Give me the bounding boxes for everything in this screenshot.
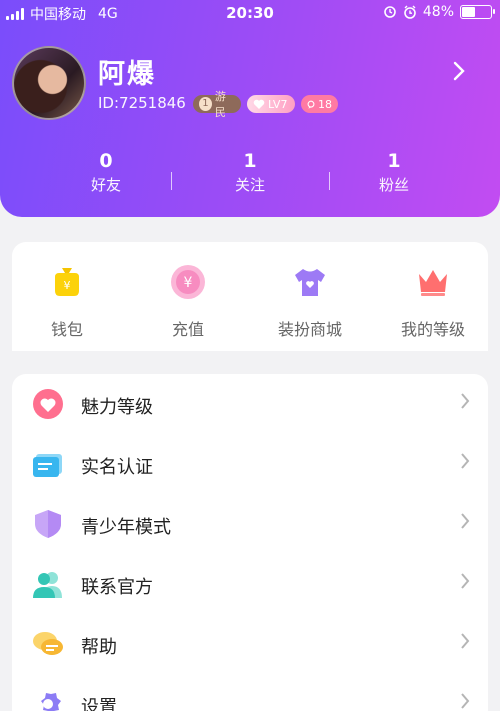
user-name: 阿爆 xyxy=(98,59,156,90)
menu-item-settings[interactable]: 设置 xyxy=(12,674,488,711)
stat-following[interactable]: 1 关注 xyxy=(210,150,290,195)
charm-level: LV7 xyxy=(268,97,288,111)
level-number: 1 xyxy=(199,97,212,111)
stat-divider xyxy=(329,172,330,190)
charm-badge: LV7 xyxy=(247,95,295,113)
shortcut-recharge[interactable]: ¥ 充值 xyxy=(133,264,243,340)
fans-count: 1 xyxy=(387,150,401,172)
recharge-label: 充值 xyxy=(171,320,204,339)
heart-icon xyxy=(33,389,63,419)
menu-label: 魅力等级 xyxy=(81,397,153,418)
menu-item-charm-level[interactable]: 魅力等级 xyxy=(12,374,488,434)
friends-label: 好友 xyxy=(90,176,121,194)
recharge-icon: ¥ xyxy=(171,265,205,299)
shortcut-panel: ¥ 钱包 ¥ 充值 装扮商城 我的等级 xyxy=(12,242,488,351)
message-count: 18 xyxy=(318,97,332,111)
menu-label: 实名认证 xyxy=(81,457,153,478)
menu-label: 帮助 xyxy=(81,637,117,658)
svg-text:¥: ¥ xyxy=(64,279,71,292)
chevron-right-icon xyxy=(460,571,470,595)
dress-store-label: 装扮商城 xyxy=(277,320,342,339)
stat-friends[interactable]: 0 好友 xyxy=(66,150,146,195)
menu-item-contact-official[interactable]: 联系官方 xyxy=(12,554,488,614)
shortcut-dress-store[interactable]: 装扮商城 xyxy=(255,264,365,340)
my-level-label: 我的等级 xyxy=(400,320,465,339)
shortcut-wallet[interactable]: ¥ 钱包 xyxy=(12,264,122,340)
shield-icon xyxy=(35,510,61,538)
battery-percent: 48% xyxy=(422,4,454,20)
chevron-right-icon xyxy=(460,391,470,415)
svg-text:¥: ¥ xyxy=(184,275,193,291)
menu-item-help[interactable]: 帮助 xyxy=(12,614,488,674)
message-badge: 18 xyxy=(301,95,338,113)
stat-fans[interactable]: 1 粉丝 xyxy=(354,150,434,195)
friends-count: 0 xyxy=(99,150,113,172)
crown-icon xyxy=(419,270,447,296)
menu-item-teen-mode[interactable]: 青少年模式 xyxy=(12,494,488,554)
chevron-right-icon xyxy=(460,511,470,535)
level-badge: 1 游民 xyxy=(193,90,241,119)
tshirt-icon xyxy=(295,269,325,296)
menu-label: 联系官方 xyxy=(81,577,153,598)
shortcut-my-level[interactable]: 我的等级 xyxy=(378,264,488,340)
battery-icon xyxy=(460,5,495,19)
status-bar: 中国移动 4G 20:30 48% xyxy=(0,0,500,26)
contacts-icon xyxy=(33,572,62,598)
menu-item-real-name-verification[interactable]: 实名认证 xyxy=(12,434,488,494)
chat-bubble-icon xyxy=(307,100,315,108)
following-label: 关注 xyxy=(234,176,265,194)
menu-label: 青少年模式 xyxy=(81,517,171,538)
avatar[interactable] xyxy=(12,46,86,120)
gear-icon xyxy=(41,690,61,711)
wallet-label: 钱包 xyxy=(50,320,83,339)
chevron-right-icon xyxy=(460,451,470,475)
heart-icon xyxy=(253,99,265,109)
fans-label: 粉丝 xyxy=(378,176,409,194)
orientation-lock-icon xyxy=(384,6,396,18)
alarm-icon xyxy=(404,5,416,19)
chevron-right-icon xyxy=(460,631,470,655)
wallet-icon: ¥ xyxy=(55,268,79,296)
chevron-right-icon xyxy=(460,691,470,711)
user-id: ID:7251846 xyxy=(98,94,186,112)
id-card-icon xyxy=(33,454,62,477)
profile-detail-chevron-icon[interactable] xyxy=(452,60,466,88)
level-label: 游民 xyxy=(214,90,226,119)
menu-label: 设置 xyxy=(81,697,117,711)
profile-header: 中国移动 4G 20:30 48% 阿爆 ID:7251846 1 游民 LV7… xyxy=(0,0,500,217)
stat-divider xyxy=(171,172,172,190)
settings-menu: 魅力等级 实名认证 青少年模式 联系官方 帮助 设置 xyxy=(12,374,488,711)
help-chat-icon xyxy=(33,632,63,655)
following-count: 1 xyxy=(243,150,257,172)
